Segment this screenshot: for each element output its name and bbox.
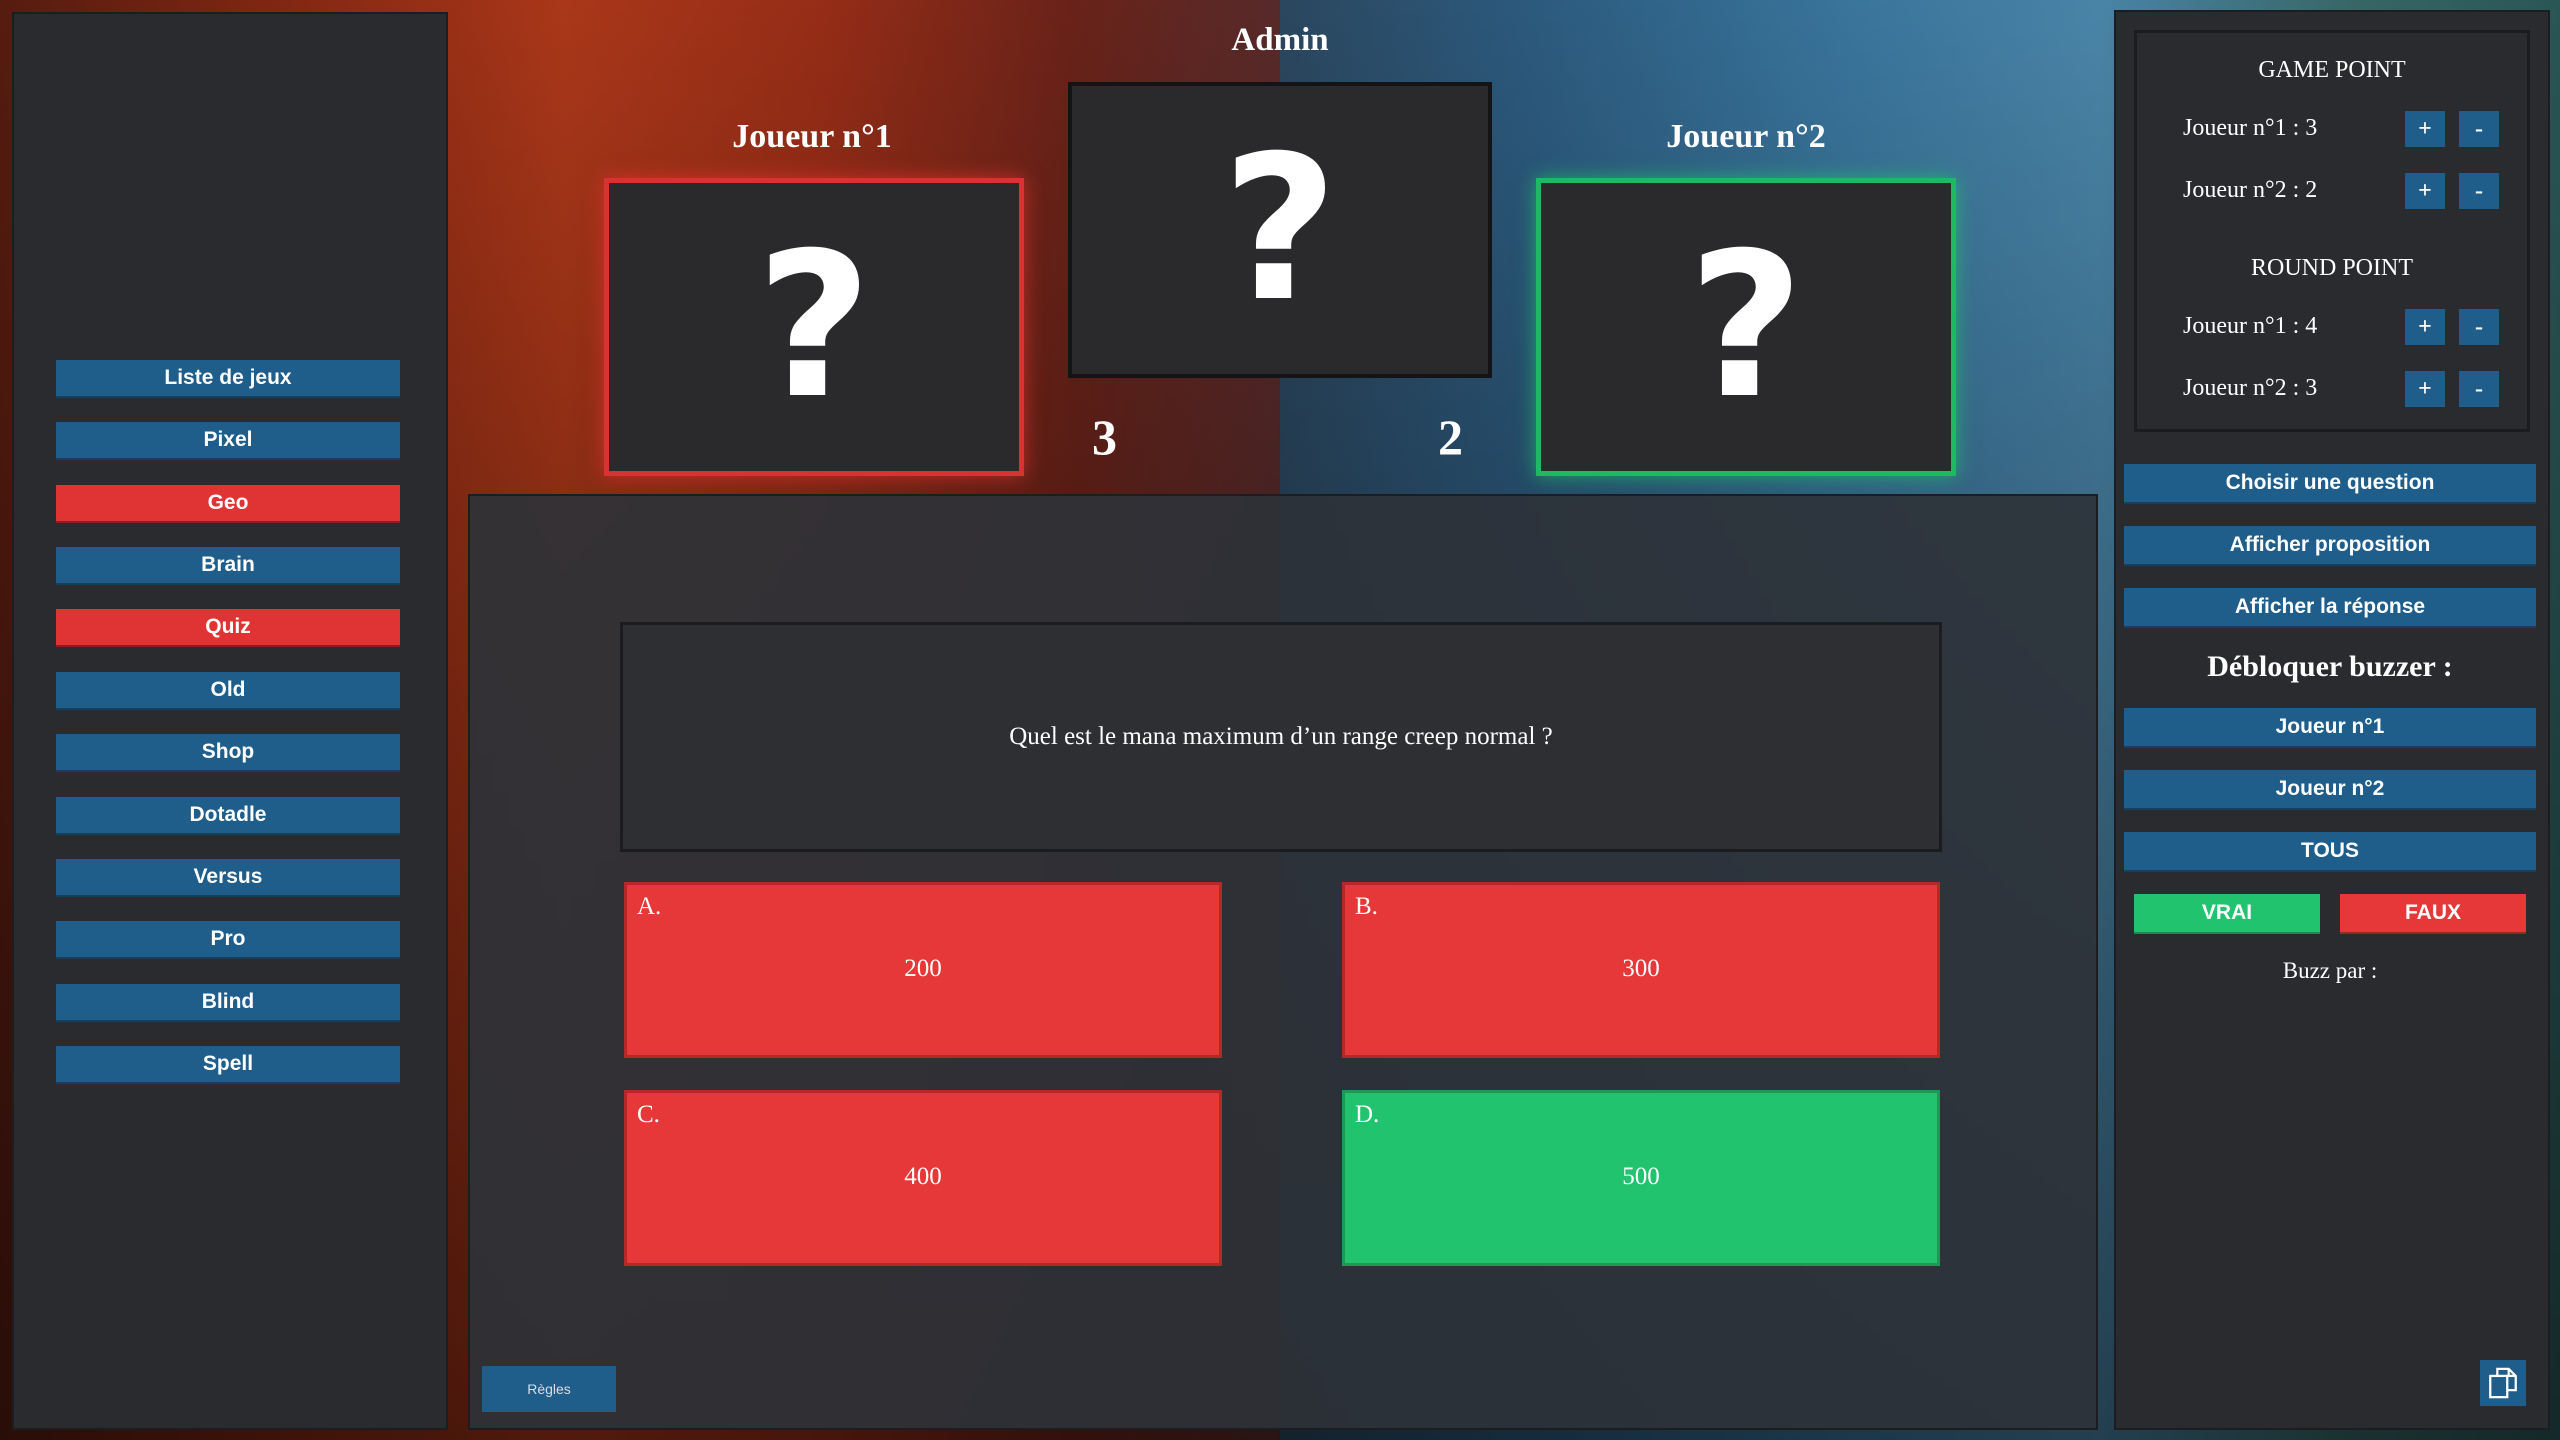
- answer-letter: C.: [637, 1101, 660, 1128]
- player2-card: ?: [1536, 178, 1956, 476]
- game-old-button[interactable]: Old: [56, 672, 400, 710]
- round-point-p1: Joueur n°1 : 4: [2183, 313, 2318, 339]
- player1-name: Joueur n°1: [732, 118, 892, 155]
- game-brain-button[interactable]: Brain: [56, 547, 400, 585]
- choose-question-button[interactable]: Choisir une question: [2124, 464, 2536, 504]
- copy-button[interactable]: [2480, 1360, 2526, 1406]
- answer-a[interactable]: A. 200: [624, 882, 1222, 1058]
- game-point-p1: Joueur n°1 : 3: [2183, 115, 2318, 141]
- unlock-player2-button[interactable]: Joueur n°2: [2124, 770, 2536, 810]
- answer-b[interactable]: B. 300: [1342, 882, 1940, 1058]
- game-list-button[interactable]: Liste de jeux: [56, 360, 400, 398]
- question-mark-icon: ?: [1687, 210, 1804, 443]
- unlock-buzzer-title: Débloquer buzzer :: [2207, 650, 2453, 683]
- page-title: Admin: [1231, 22, 1329, 58]
- game-list-sidebar: Liste de jeux Pixel Geo Brain Quiz Old S…: [12, 12, 448, 1430]
- question-box: Quel est le mana maximum d’un range cree…: [620, 622, 1942, 852]
- copy-icon: [2489, 1367, 2517, 1399]
- true-button[interactable]: VRAI: [2134, 894, 2320, 934]
- unlock-all-button[interactable]: TOUS: [2124, 832, 2536, 872]
- game-dotadle-button[interactable]: Dotadle: [56, 797, 400, 835]
- game-versus-button[interactable]: Versus: [56, 859, 400, 897]
- buzz-by-label: Buzz par :: [2282, 958, 2378, 983]
- false-button[interactable]: FAUX: [2340, 894, 2526, 934]
- question-mark-icon: ?: [1221, 113, 1338, 346]
- round-p1-plus-button[interactable]: +: [2405, 309, 2445, 345]
- show-proposition-button[interactable]: Afficher proposition: [2124, 526, 2536, 566]
- game-p1-plus-button[interactable]: +: [2405, 111, 2445, 147]
- points-panel: GAME POINT Joueur n°1 : 3 + - Joueur n°2…: [2134, 30, 2530, 432]
- answer-letter: D.: [1355, 1101, 1380, 1128]
- round-point-title: ROUND POINT: [2251, 255, 2413, 281]
- game-point-title: GAME POINT: [2258, 57, 2406, 83]
- unlock-player1-button[interactable]: Joueur n°1: [2124, 708, 2536, 748]
- round-p2-minus-button[interactable]: -: [2459, 371, 2499, 407]
- game-quiz-button[interactable]: Quiz: [56, 609, 400, 647]
- game-shop-button[interactable]: Shop: [56, 734, 400, 772]
- answer-c[interactable]: C. 400: [624, 1090, 1222, 1266]
- game-pro-button[interactable]: Pro: [56, 921, 400, 959]
- player1-score: 3: [1092, 409, 1117, 465]
- game-point-p2: Joueur n°2 : 2: [2183, 177, 2318, 203]
- answer-d[interactable]: D. 500: [1342, 1090, 1940, 1266]
- round-point-p2: Joueur n°2 : 3: [2183, 375, 2318, 401]
- answer-letter: B.: [1355, 893, 1378, 920]
- game-geo-button[interactable]: Geo: [56, 485, 400, 523]
- round-p1-minus-button[interactable]: -: [2459, 309, 2499, 345]
- answer-value: 400: [904, 1163, 942, 1190]
- center-card: ?: [1068, 82, 1492, 378]
- round-p2-plus-button[interactable]: +: [2405, 371, 2445, 407]
- game-spell-button[interactable]: Spell: [56, 1046, 400, 1084]
- answer-value: 500: [1622, 1163, 1660, 1190]
- game-blind-button[interactable]: Blind: [56, 984, 400, 1022]
- show-answer-button[interactable]: Afficher la réponse: [2124, 588, 2536, 628]
- player2-score: 2: [1438, 409, 1463, 465]
- answer-letter: A.: [637, 893, 662, 920]
- answer-value: 300: [1622, 955, 1660, 982]
- question-mark-icon: ?: [755, 210, 872, 443]
- player1-card: ?: [604, 178, 1024, 476]
- game-p2-minus-button[interactable]: -: [2459, 173, 2499, 209]
- game-p2-plus-button[interactable]: +: [2405, 173, 2445, 209]
- answer-value: 200: [904, 955, 942, 982]
- question-text: Quel est le mana maximum d’un range cree…: [1009, 723, 1553, 750]
- player2-name: Joueur n°2: [1666, 118, 1826, 155]
- game-pixel-button[interactable]: Pixel: [56, 422, 400, 460]
- game-p1-minus-button[interactable]: -: [2459, 111, 2499, 147]
- rules-button[interactable]: Règles: [482, 1366, 616, 1412]
